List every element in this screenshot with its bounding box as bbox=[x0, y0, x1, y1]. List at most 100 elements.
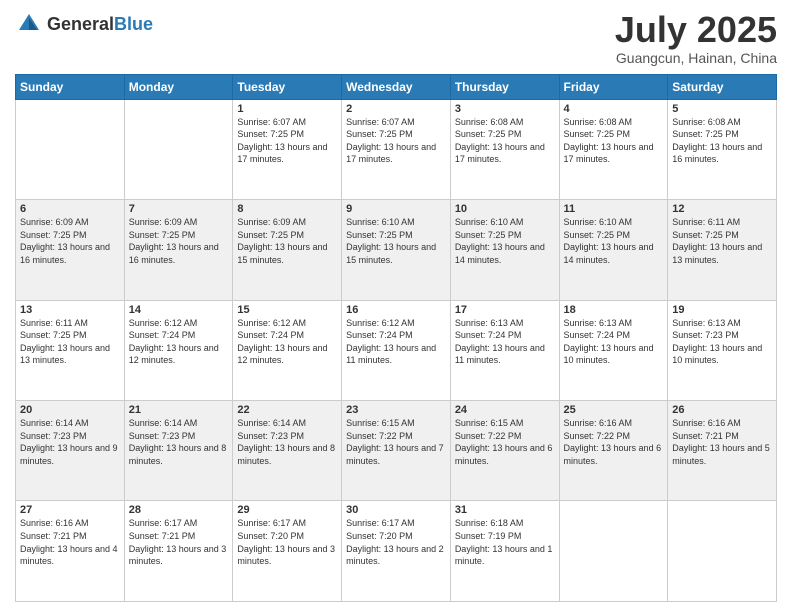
calendar-cell: 16Sunrise: 6:12 AMSunset: 7:24 PMDayligh… bbox=[342, 300, 451, 400]
day-info: Sunrise: 6:16 AMSunset: 7:21 PMDaylight:… bbox=[20, 517, 120, 567]
weekday-header-thursday: Thursday bbox=[450, 74, 559, 99]
calendar-cell: 5Sunrise: 6:08 AMSunset: 7:25 PMDaylight… bbox=[668, 99, 777, 199]
day-info: Sunrise: 6:13 AMSunset: 7:24 PMDaylight:… bbox=[455, 317, 555, 367]
weekday-header-friday: Friday bbox=[559, 74, 668, 99]
calendar-cell: 3Sunrise: 6:08 AMSunset: 7:25 PMDaylight… bbox=[450, 99, 559, 199]
day-number: 7 bbox=[129, 203, 229, 215]
day-number: 12 bbox=[672, 203, 772, 215]
calendar-cell: 18Sunrise: 6:13 AMSunset: 7:24 PMDayligh… bbox=[559, 300, 668, 400]
calendar-row-0: 1Sunrise: 6:07 AMSunset: 7:25 PMDaylight… bbox=[16, 99, 777, 199]
day-number: 17 bbox=[455, 304, 555, 316]
day-number: 14 bbox=[129, 304, 229, 316]
day-number: 4 bbox=[564, 103, 664, 115]
day-info: Sunrise: 6:09 AMSunset: 7:25 PMDaylight:… bbox=[237, 216, 337, 266]
day-info: Sunrise: 6:16 AMSunset: 7:22 PMDaylight:… bbox=[564, 417, 664, 467]
day-number: 22 bbox=[237, 404, 337, 416]
day-info: Sunrise: 6:11 AMSunset: 7:25 PMDaylight:… bbox=[672, 216, 772, 266]
logo: General Blue bbox=[15, 10, 153, 38]
weekday-header-sunday: Sunday bbox=[16, 74, 125, 99]
day-number: 13 bbox=[20, 304, 120, 316]
day-number: 20 bbox=[20, 404, 120, 416]
day-info: Sunrise: 6:10 AMSunset: 7:25 PMDaylight:… bbox=[455, 216, 555, 266]
calendar-cell: 30Sunrise: 6:17 AMSunset: 7:20 PMDayligh… bbox=[342, 501, 451, 602]
day-info: Sunrise: 6:10 AMSunset: 7:25 PMDaylight:… bbox=[564, 216, 664, 266]
day-info: Sunrise: 6:12 AMSunset: 7:24 PMDaylight:… bbox=[346, 317, 446, 367]
calendar-cell: 25Sunrise: 6:16 AMSunset: 7:22 PMDayligh… bbox=[559, 401, 668, 501]
title-block: July 2025 Guangcun, Hainan, China bbox=[615, 10, 777, 66]
day-number: 2 bbox=[346, 103, 446, 115]
day-number: 9 bbox=[346, 203, 446, 215]
day-number: 6 bbox=[20, 203, 120, 215]
calendar-cell: 21Sunrise: 6:14 AMSunset: 7:23 PMDayligh… bbox=[124, 401, 233, 501]
day-number: 10 bbox=[455, 203, 555, 215]
calendar-cell bbox=[16, 99, 125, 199]
day-info: Sunrise: 6:18 AMSunset: 7:19 PMDaylight:… bbox=[455, 517, 555, 567]
day-info: Sunrise: 6:14 AMSunset: 7:23 PMDaylight:… bbox=[20, 417, 120, 467]
day-info: Sunrise: 6:12 AMSunset: 7:24 PMDaylight:… bbox=[129, 317, 229, 367]
weekday-header-tuesday: Tuesday bbox=[233, 74, 342, 99]
calendar-cell bbox=[559, 501, 668, 602]
day-info: Sunrise: 6:15 AMSunset: 7:22 PMDaylight:… bbox=[455, 417, 555, 467]
calendar-row-4: 27Sunrise: 6:16 AMSunset: 7:21 PMDayligh… bbox=[16, 501, 777, 602]
day-info: Sunrise: 6:08 AMSunset: 7:25 PMDaylight:… bbox=[455, 116, 555, 166]
calendar-table: SundayMondayTuesdayWednesdayThursdayFrid… bbox=[15, 74, 777, 602]
calendar-cell bbox=[668, 501, 777, 602]
calendar-cell: 2Sunrise: 6:07 AMSunset: 7:25 PMDaylight… bbox=[342, 99, 451, 199]
calendar-cell: 28Sunrise: 6:17 AMSunset: 7:21 PMDayligh… bbox=[124, 501, 233, 602]
weekday-header-monday: Monday bbox=[124, 74, 233, 99]
weekday-header-row: SundayMondayTuesdayWednesdayThursdayFrid… bbox=[16, 74, 777, 99]
logo-blue: Blue bbox=[114, 15, 153, 33]
day-number: 5 bbox=[672, 103, 772, 115]
calendar-cell bbox=[124, 99, 233, 199]
day-number: 21 bbox=[129, 404, 229, 416]
day-info: Sunrise: 6:14 AMSunset: 7:23 PMDaylight:… bbox=[129, 417, 229, 467]
day-info: Sunrise: 6:17 AMSunset: 7:21 PMDaylight:… bbox=[129, 517, 229, 567]
day-number: 1 bbox=[237, 103, 337, 115]
day-number: 23 bbox=[346, 404, 446, 416]
day-number: 15 bbox=[237, 304, 337, 316]
calendar-cell: 24Sunrise: 6:15 AMSunset: 7:22 PMDayligh… bbox=[450, 401, 559, 501]
day-number: 24 bbox=[455, 404, 555, 416]
day-info: Sunrise: 6:12 AMSunset: 7:24 PMDaylight:… bbox=[237, 317, 337, 367]
day-number: 26 bbox=[672, 404, 772, 416]
calendar-row-3: 20Sunrise: 6:14 AMSunset: 7:23 PMDayligh… bbox=[16, 401, 777, 501]
calendar-cell: 6Sunrise: 6:09 AMSunset: 7:25 PMDaylight… bbox=[16, 200, 125, 300]
day-info: Sunrise: 6:09 AMSunset: 7:25 PMDaylight:… bbox=[129, 216, 229, 266]
calendar-row-1: 6Sunrise: 6:09 AMSunset: 7:25 PMDaylight… bbox=[16, 200, 777, 300]
calendar-cell: 14Sunrise: 6:12 AMSunset: 7:24 PMDayligh… bbox=[124, 300, 233, 400]
day-number: 8 bbox=[237, 203, 337, 215]
calendar-cell: 19Sunrise: 6:13 AMSunset: 7:23 PMDayligh… bbox=[668, 300, 777, 400]
logo-icon bbox=[15, 10, 43, 38]
day-info: Sunrise: 6:14 AMSunset: 7:23 PMDaylight:… bbox=[237, 417, 337, 467]
day-info: Sunrise: 6:09 AMSunset: 7:25 PMDaylight:… bbox=[20, 216, 120, 266]
calendar-cell: 1Sunrise: 6:07 AMSunset: 7:25 PMDaylight… bbox=[233, 99, 342, 199]
day-number: 18 bbox=[564, 304, 664, 316]
day-info: Sunrise: 6:08 AMSunset: 7:25 PMDaylight:… bbox=[672, 116, 772, 166]
page-header: General Blue July 2025 Guangcun, Hainan,… bbox=[15, 10, 777, 66]
day-number: 28 bbox=[129, 504, 229, 516]
day-info: Sunrise: 6:16 AMSunset: 7:21 PMDaylight:… bbox=[672, 417, 772, 467]
month-title: July 2025 bbox=[615, 10, 777, 50]
day-number: 19 bbox=[672, 304, 772, 316]
day-info: Sunrise: 6:11 AMSunset: 7:25 PMDaylight:… bbox=[20, 317, 120, 367]
day-info: Sunrise: 6:17 AMSunset: 7:20 PMDaylight:… bbox=[346, 517, 446, 567]
day-number: 11 bbox=[564, 203, 664, 215]
calendar-row-2: 13Sunrise: 6:11 AMSunset: 7:25 PMDayligh… bbox=[16, 300, 777, 400]
day-info: Sunrise: 6:07 AMSunset: 7:25 PMDaylight:… bbox=[237, 116, 337, 166]
calendar-cell: 17Sunrise: 6:13 AMSunset: 7:24 PMDayligh… bbox=[450, 300, 559, 400]
day-info: Sunrise: 6:07 AMSunset: 7:25 PMDaylight:… bbox=[346, 116, 446, 166]
calendar-cell: 29Sunrise: 6:17 AMSunset: 7:20 PMDayligh… bbox=[233, 501, 342, 602]
calendar-cell: 15Sunrise: 6:12 AMSunset: 7:24 PMDayligh… bbox=[233, 300, 342, 400]
day-info: Sunrise: 6:13 AMSunset: 7:23 PMDaylight:… bbox=[672, 317, 772, 367]
day-number: 3 bbox=[455, 103, 555, 115]
day-number: 31 bbox=[455, 504, 555, 516]
calendar-cell: 9Sunrise: 6:10 AMSunset: 7:25 PMDaylight… bbox=[342, 200, 451, 300]
day-info: Sunrise: 6:15 AMSunset: 7:22 PMDaylight:… bbox=[346, 417, 446, 467]
day-number: 16 bbox=[346, 304, 446, 316]
calendar-cell: 11Sunrise: 6:10 AMSunset: 7:25 PMDayligh… bbox=[559, 200, 668, 300]
calendar-cell: 22Sunrise: 6:14 AMSunset: 7:23 PMDayligh… bbox=[233, 401, 342, 501]
calendar-cell: 27Sunrise: 6:16 AMSunset: 7:21 PMDayligh… bbox=[16, 501, 125, 602]
day-number: 29 bbox=[237, 504, 337, 516]
day-info: Sunrise: 6:10 AMSunset: 7:25 PMDaylight:… bbox=[346, 216, 446, 266]
day-number: 30 bbox=[346, 504, 446, 516]
